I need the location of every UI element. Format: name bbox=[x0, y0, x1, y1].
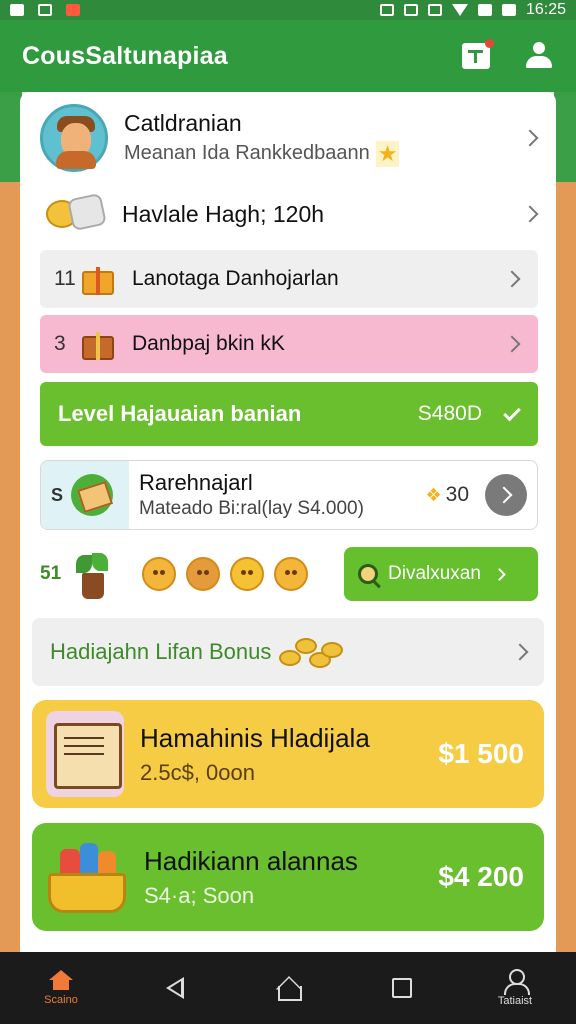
signal-icon bbox=[477, 4, 492, 16]
nav-recents[interactable] bbox=[367, 978, 437, 998]
reward-amount: 30 bbox=[445, 483, 469, 506]
avatar bbox=[40, 104, 108, 172]
bonus-row[interactable]: Hadiajahn Lifan Bonus bbox=[32, 618, 544, 686]
nav-profile-label: Tatiaist bbox=[497, 995, 533, 1007]
offer-card-green[interactable]: Hadikiann alannas S4·a; Soon $4 200 bbox=[32, 823, 544, 931]
app-title: CousSaltunapiaa bbox=[22, 41, 228, 70]
emoji-row: 51 Divalxuxan bbox=[40, 544, 538, 604]
nav-back[interactable] bbox=[140, 977, 210, 999]
coins-icon bbox=[40, 192, 107, 234]
bonus-label: Hadiajahn Lifan Bonus bbox=[50, 639, 272, 664]
list-item-pink[interactable]: 3 Danbpaj bkin kK bbox=[40, 315, 538, 373]
battery-icon bbox=[501, 4, 516, 16]
bottom-nav: Scaino Tatiaist bbox=[0, 952, 576, 1024]
bluetooth-icon bbox=[379, 4, 394, 16]
item-label: Lanotaga Danhojarlan bbox=[132, 267, 339, 290]
offer-amount: $1 500 bbox=[438, 738, 524, 769]
chevron-right-icon bbox=[495, 486, 513, 504]
status-time: 16:25 bbox=[525, 1, 566, 18]
search-icon bbox=[358, 564, 378, 584]
recents-icon bbox=[391, 978, 412, 998]
smiley-coin-icon[interactable] bbox=[142, 557, 176, 591]
offer-card-yellow[interactable]: Hamahinis Hladijala 2.5c$, 0oon $1 500 bbox=[32, 700, 544, 808]
item-count: 11 bbox=[54, 267, 76, 290]
nav-home[interactable]: Scaino bbox=[26, 970, 96, 1006]
check-icon bbox=[503, 403, 521, 421]
reward-next-button[interactable] bbox=[485, 474, 527, 516]
background-stripe-left bbox=[0, 92, 22, 952]
level-bar[interactable]: Level Hajauaian banian S480D bbox=[40, 382, 538, 446]
chevron-right-icon bbox=[511, 643, 529, 661]
app-bar: CousSaltunapiaa bbox=[0, 20, 576, 92]
high-row[interactable]: Havlale Hagh; 120h bbox=[20, 182, 556, 246]
house-outline-icon bbox=[275, 976, 302, 1001]
chevron-right-icon bbox=[521, 205, 539, 223]
profile-row[interactable]: Catldranian Meanan Ida Rankkedbaann ★ bbox=[20, 102, 556, 174]
background-stripe-right-top bbox=[554, 92, 576, 182]
gift-box-icon bbox=[80, 328, 116, 360]
reward-row[interactable]: S Rarehnajarl Mateado Bi:ral(lay S4.000)… bbox=[40, 460, 538, 530]
vibrate-icon bbox=[403, 4, 418, 16]
chevron-right-icon bbox=[503, 335, 521, 353]
star-icon: ★ bbox=[375, 140, 400, 167]
chevron-right-icon bbox=[493, 567, 506, 581]
level-value: S480D bbox=[417, 402, 482, 425]
profile-subtitle: Meanan Ida Rankkedbaann bbox=[124, 142, 370, 164]
chart-notification-icon bbox=[66, 4, 80, 16]
basket-icon bbox=[46, 835, 128, 919]
coin-stack-icon bbox=[279, 632, 349, 672]
reward-title: Rarehnajarl bbox=[139, 470, 253, 495]
fruit-icon[interactable] bbox=[274, 557, 308, 591]
gift-box-icon bbox=[80, 263, 116, 295]
button-label: Divalxuxan bbox=[388, 563, 481, 584]
home-icon bbox=[49, 970, 73, 990]
profile-name: Catldranian bbox=[124, 109, 242, 136]
smiley-coin-icon[interactable] bbox=[230, 557, 264, 591]
item-label: Danbpaj bkin kK bbox=[132, 332, 285, 355]
emoji-count: 51 bbox=[40, 563, 62, 584]
nav-home-button[interactable] bbox=[253, 976, 323, 1001]
message-icon bbox=[10, 4, 24, 16]
chevron-right-icon bbox=[521, 129, 539, 147]
main-card: Catldranian Meanan Ida Rankkedbaann ★ Ha… bbox=[20, 92, 556, 952]
offer-title: Hamahinis Hladijala bbox=[140, 722, 370, 753]
background-stripe-left-top bbox=[0, 92, 22, 182]
reward-prefix: S bbox=[51, 484, 64, 505]
smiley-coin-icon[interactable] bbox=[186, 557, 220, 591]
wifi-icon bbox=[451, 4, 468, 16]
user-icon[interactable] bbox=[524, 42, 554, 70]
data-icon bbox=[427, 4, 442, 16]
scroll-icon bbox=[46, 711, 124, 797]
background-stripe-right bbox=[554, 92, 576, 952]
profile-icon bbox=[504, 969, 530, 995]
plant-icon bbox=[72, 549, 112, 599]
calendar-icon[interactable] bbox=[462, 39, 494, 69]
offer-amount: $4 200 bbox=[438, 861, 524, 892]
coin-icon: ❖ bbox=[425, 484, 442, 505]
back-icon bbox=[165, 977, 184, 999]
list-item-gray[interactable]: 11 Lanotaga Danhojarlan bbox=[40, 250, 538, 308]
reward-subtitle: Mateado Bi:ral(lay S4.000) bbox=[139, 498, 364, 519]
nav-home-label: Scaino bbox=[44, 994, 78, 1006]
nav-profile[interactable]: Tatiaist bbox=[480, 969, 550, 1007]
chevron-right-icon bbox=[503, 270, 521, 288]
high-label: Havlale Hagh; 120h bbox=[122, 200, 325, 227]
status-bar: 16:25 bbox=[0, 0, 576, 20]
divalxuxan-button[interactable]: Divalxuxan bbox=[344, 547, 538, 601]
item-count: 3 bbox=[54, 332, 66, 355]
notification-dot bbox=[485, 39, 494, 48]
photo-icon bbox=[38, 4, 52, 16]
level-label: Level Hajauaian banian bbox=[58, 401, 302, 426]
offer-title: Hadikiann alannas bbox=[144, 845, 358, 876]
offer-subtitle: S4·a; Soon bbox=[144, 882, 255, 908]
offer-subtitle: 2.5c$, 0oon bbox=[140, 759, 255, 785]
ticket-icon bbox=[71, 474, 114, 516]
